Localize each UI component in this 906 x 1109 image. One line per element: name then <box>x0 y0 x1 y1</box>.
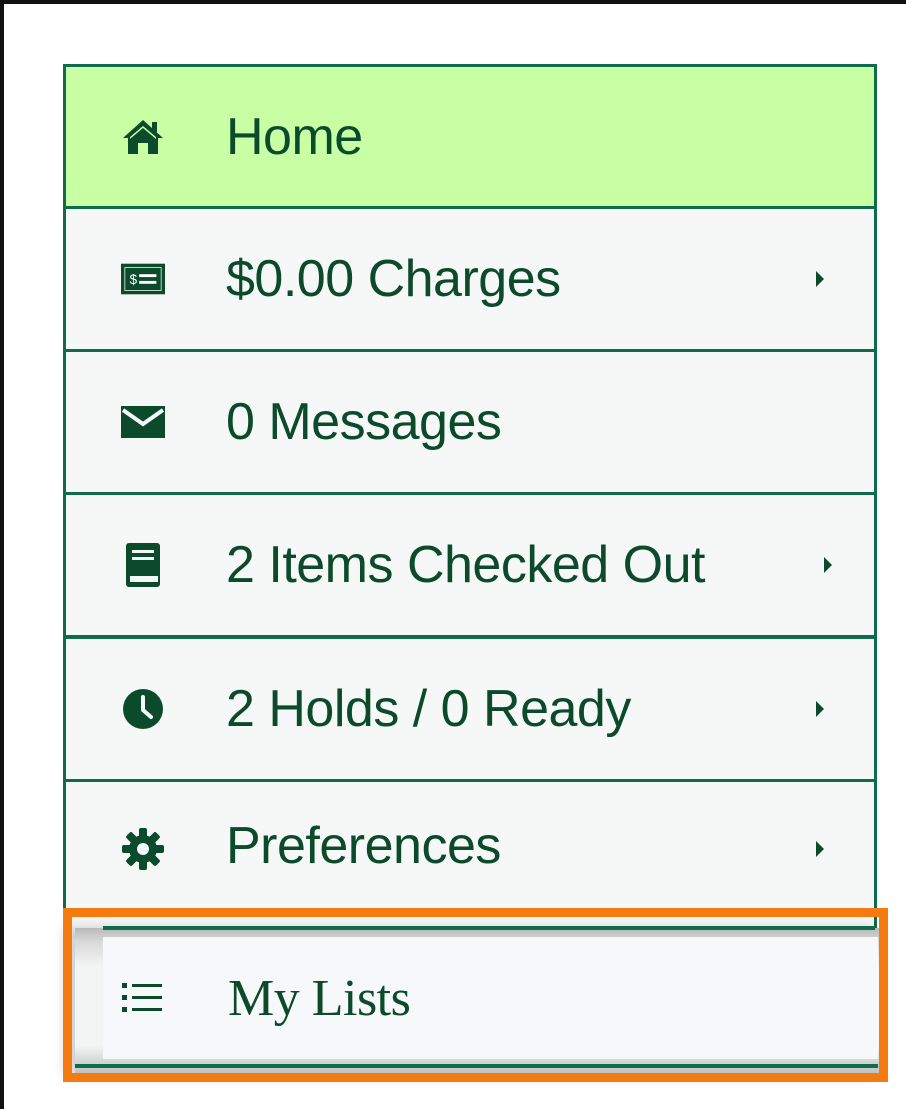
money-bill-icon: $ <box>121 257 165 301</box>
menu-item-label: 2 Items Checked Out <box>226 536 705 594</box>
book-icon <box>121 543 165 587</box>
menu-item-checked-out[interactable]: 2 Items Checked Out <box>63 492 877 638</box>
home-icon <box>121 115 165 159</box>
menu-item-home[interactable]: Home <box>63 64 877 209</box>
menu-item-messages[interactable]: 0 Messages <box>63 349 877 495</box>
svg-text:$: $ <box>130 272 138 287</box>
chevron-right-icon <box>816 268 826 290</box>
menu-item-label: $0.00 Charges <box>226 250 561 308</box>
menu-item-my-lists[interactable]: My Lists <box>103 937 878 1059</box>
chevron-right-icon <box>816 698 826 720</box>
menu-item-label: 0 Messages <box>226 393 502 451</box>
menu-item-preferences[interactable]: Preferences <box>63 779 877 939</box>
menu-item-charges[interactable]: $ $0.00 Charges <box>63 206 877 352</box>
menu-item-holds[interactable]: 2 Holds / 0 Ready <box>63 636 877 782</box>
envelope-icon <box>121 400 165 444</box>
divider <box>103 926 875 930</box>
menu-item-label: Home <box>226 107 363 166</box>
menu-item-label: My Lists <box>228 969 411 1027</box>
divider <box>75 1064 878 1068</box>
list-icon <box>120 976 164 1020</box>
chevron-right-icon <box>824 554 834 576</box>
menu-item-label: Preferences <box>226 817 501 875</box>
chevron-right-icon <box>816 838 826 860</box>
clock-icon <box>121 687 165 731</box>
gear-icon <box>121 827 165 871</box>
menu-item-label: 2 Holds / 0 Ready <box>226 680 631 738</box>
